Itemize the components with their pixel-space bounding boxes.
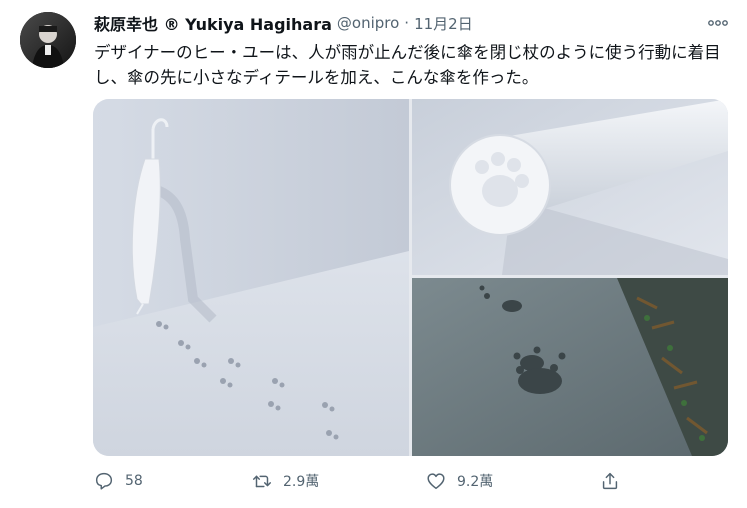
like-icon	[427, 473, 445, 490]
retweet-icon	[253, 475, 271, 488]
paw-tip-photo[interactable]	[412, 99, 728, 275]
display-name[interactable]: 萩原幸也 ® Yukiya Hagihara	[94, 11, 332, 35]
tweet-header: 萩原幸也 ® Yukiya Hagihara @onipro · 11月2日	[94, 11, 733, 35]
retweet-button[interactable]: 2.9萬	[251, 468, 319, 494]
like-button[interactable]: 9.2萬	[425, 468, 493, 494]
reply-icon	[95, 472, 113, 490]
retweet-count: 2.9萬	[283, 474, 320, 490]
like-count: 9.2萬	[457, 474, 494, 490]
share-icon	[602, 472, 618, 490]
umbrella-photo[interactable]	[93, 99, 409, 456]
user-handle[interactable]: @onipro	[337, 14, 399, 32]
avatar[interactable]	[20, 12, 76, 68]
more-icon[interactable]	[707, 13, 729, 33]
action-bar: 58 2.9萬 9.2萬	[93, 468, 633, 494]
reply-button[interactable]: 58	[93, 468, 143, 494]
tweet: 萩原幸也 ® Yukiya Hagihara @onipro · 11月2日 デ…	[0, 0, 747, 508]
share-button[interactable]	[599, 468, 621, 494]
tweet-date[interactable]: 11月2日	[414, 13, 473, 34]
separator-dot: ·	[404, 14, 410, 32]
wet-pavement-photo[interactable]	[412, 278, 728, 456]
reply-count: 58	[125, 473, 143, 489]
media-grid	[93, 99, 728, 456]
tweet-text: デザイナーのヒー・ユーは、人が雨が止んだ後に傘を閉じ杖のように使う行動に着目し、…	[94, 43, 721, 87]
